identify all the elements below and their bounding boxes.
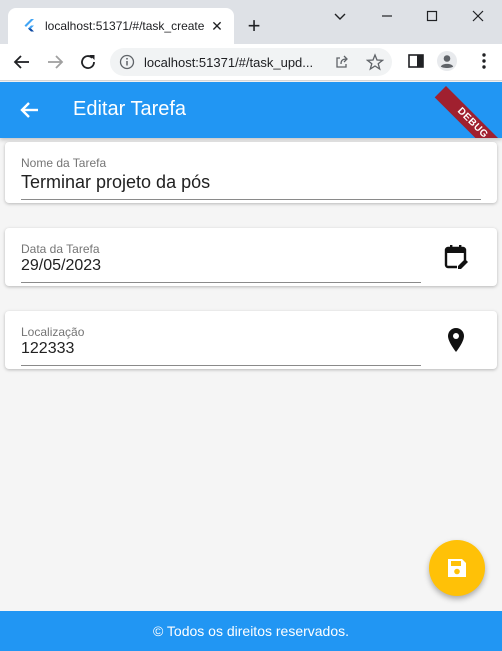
- task-name-label: Nome da Tarefa: [21, 156, 107, 170]
- tab-search-chevron-icon[interactable]: [328, 6, 352, 26]
- info-icon[interactable]: [119, 54, 135, 70]
- back-arrow-icon[interactable]: [12, 52, 32, 72]
- minimize-icon[interactable]: [375, 6, 399, 26]
- profile-icon[interactable]: [436, 50, 458, 72]
- url-text[interactable]: localhost:51371/#/task_upd...: [144, 55, 329, 70]
- side-panel-icon[interactable]: [407, 52, 425, 70]
- more-vert-icon[interactable]: [474, 51, 494, 71]
- footer-text: © Todos os direitos reservados.: [152, 623, 350, 639]
- browser-toolbar: localhost:51371/#/task_upd...: [0, 44, 502, 81]
- task-date-label: Data da Tarefa: [21, 242, 100, 256]
- footer: © Todos os direitos reservados.: [0, 611, 502, 651]
- address-bar[interactable]: localhost:51371/#/task_upd...: [110, 48, 392, 76]
- task-date-input[interactable]: 29/05/2023: [21, 257, 101, 275]
- star-icon[interactable]: [366, 53, 384, 71]
- location-underline: [21, 365, 421, 366]
- save-button[interactable]: [429, 540, 485, 596]
- forward-arrow-icon[interactable]: [45, 52, 65, 72]
- location-card: Localização 122333: [5, 311, 497, 369]
- task-date-underline: [21, 282, 421, 283]
- back-arrow-icon[interactable]: [18, 98, 42, 122]
- maximize-icon[interactable]: [420, 6, 444, 26]
- close-tab-icon[interactable]: ✕: [208, 17, 226, 35]
- share-icon[interactable]: [334, 54, 350, 70]
- browser-tabstrip: localhost:51371/#/task_create ✕ +: [0, 0, 502, 44]
- task-name-card: Nome da Tarefa Terminar projeto da pós: [5, 142, 497, 203]
- location-label: Localização: [21, 325, 85, 339]
- location-input[interactable]: 122333: [21, 340, 74, 358]
- app-bar: Editar Tarefa DEBUG: [0, 82, 502, 138]
- browser-tab[interactable]: localhost:51371/#/task_create ✕: [8, 8, 234, 44]
- task-name-input[interactable]: Terminar projeto da pós: [21, 172, 210, 193]
- close-window-icon[interactable]: [466, 6, 490, 26]
- page-title: Editar Tarefa: [73, 98, 187, 120]
- save-icon: [448, 559, 466, 577]
- task-name-underline: [21, 199, 481, 200]
- location-pin-icon[interactable]: [445, 326, 473, 354]
- task-date-card: Data da Tarefa 29/05/2023: [5, 228, 497, 286]
- tab-title: localhost:51371/#/task_create: [45, 19, 205, 33]
- debug-banner: DEBUG: [434, 86, 502, 138]
- new-tab-button[interactable]: +: [242, 15, 266, 39]
- edit-calendar-icon[interactable]: [443, 243, 471, 271]
- flutter-icon: [24, 19, 34, 32]
- reload-icon[interactable]: [78, 52, 98, 72]
